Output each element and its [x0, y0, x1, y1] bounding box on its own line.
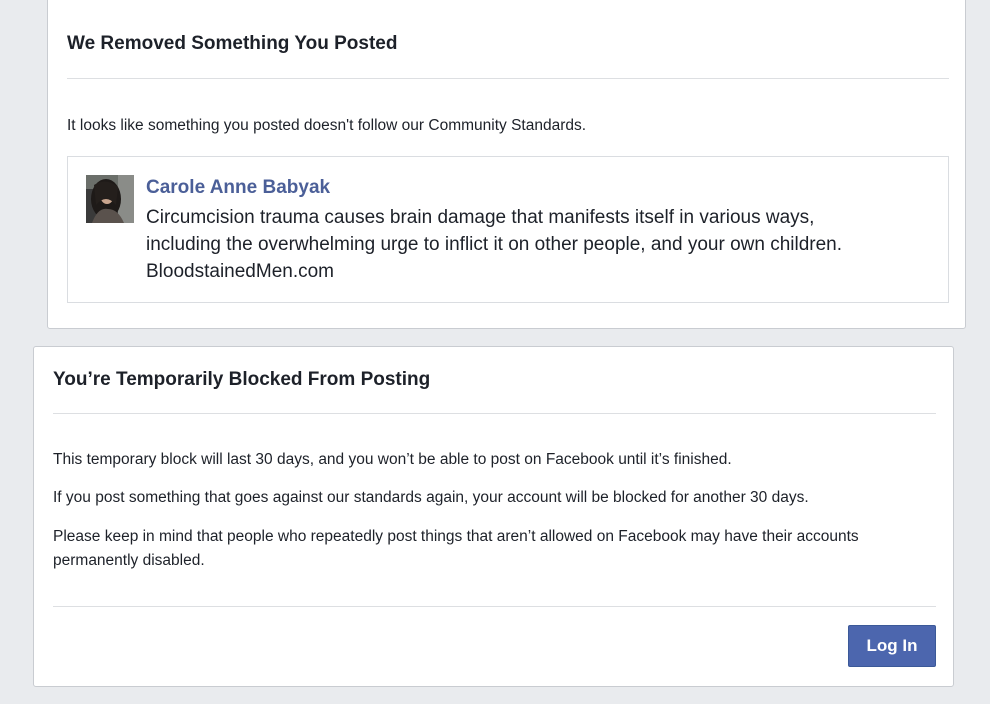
removed-post-intro: It looks like something you posted doesn… — [67, 117, 587, 134]
divider — [53, 413, 936, 414]
post-author-link[interactable]: Carole Anne Babyak — [146, 177, 330, 199]
removed-post-preview: Carole Anne Babyak Circumcision trauma c… — [67, 156, 949, 303]
block-warning-text: If you post something that goes against … — [53, 489, 809, 506]
block-disable-notice-text: Please keep in mind that people who repe… — [53, 528, 859, 569]
removed-post-card: We Removed Something You Posted It looks… — [47, 0, 966, 329]
profile-photo-image — [86, 175, 134, 223]
block-title: You’re Temporarily Blocked From Posting — [53, 369, 431, 390]
temporary-block-card: You’re Temporarily Blocked From Posting … — [33, 346, 954, 687]
removed-post-title: We Removed Something You Posted — [67, 33, 398, 54]
avatar[interactable] — [86, 175, 134, 223]
log-in-button[interactable]: Log In — [848, 625, 936, 667]
divider — [53, 606, 936, 607]
divider — [67, 78, 949, 79]
block-duration-text: This temporary block will last 30 days, … — [53, 451, 732, 468]
post-text: Circumcision trauma causes brain damage … — [146, 207, 843, 282]
